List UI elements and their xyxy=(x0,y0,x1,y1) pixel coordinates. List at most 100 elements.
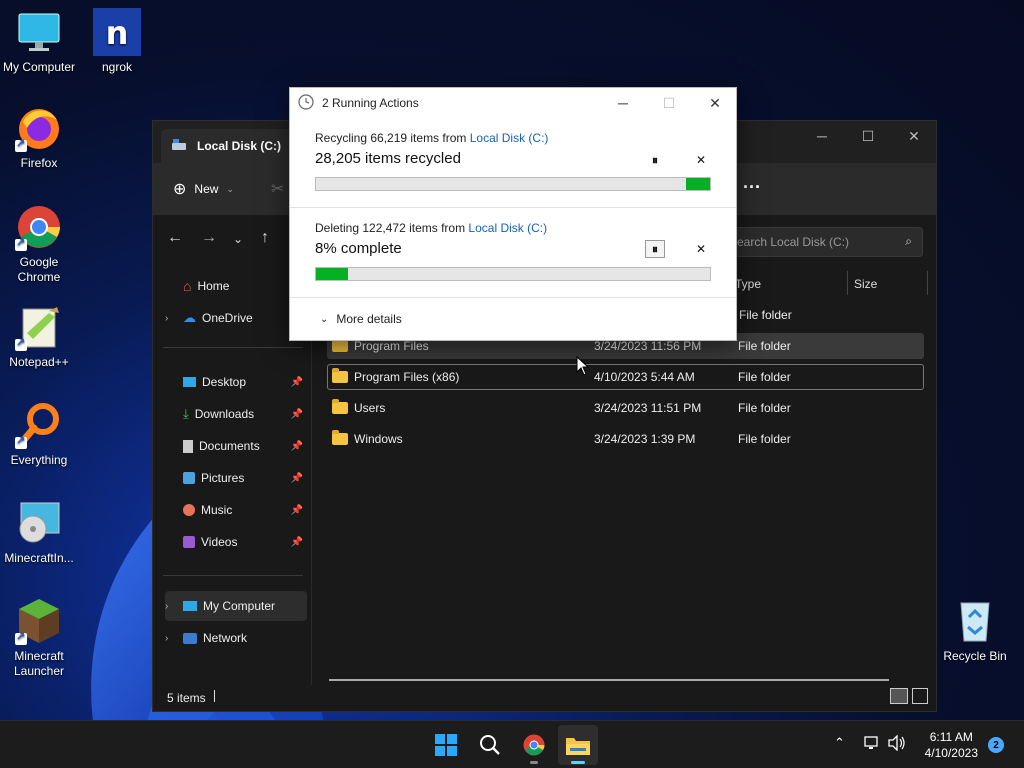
sidebar-item-network[interactable]: › Network xyxy=(165,623,307,653)
drive-icon xyxy=(171,138,187,155)
details-view-icon[interactable] xyxy=(890,688,908,704)
column-header-size[interactable]: Size xyxy=(854,269,926,299)
progress-fill xyxy=(316,268,348,280)
maximize-button[interactable]: ☐ xyxy=(646,88,692,118)
desktop-icon-ngrok[interactable]: n ngrok xyxy=(78,8,156,75)
network-icon[interactable] xyxy=(864,735,880,755)
file-date: 3/24/2023 1:39 PM xyxy=(594,432,696,446)
network-icon xyxy=(183,632,197,644)
source-link[interactable]: Local Disk (C:) xyxy=(470,131,549,145)
action-progress-text: 28,205 items recycled xyxy=(315,150,461,167)
action-delete: Deleting 122,472 items from Local Disk (… xyxy=(290,208,736,298)
taskbar-chrome[interactable] xyxy=(514,725,554,765)
minimize-button[interactable]: ─ xyxy=(799,121,845,151)
sidebar-item-home[interactable]: ⌂ Home xyxy=(165,271,307,301)
sidebar-item-downloads[interactable]: ⤓ Downloads 📌 xyxy=(165,399,307,429)
running-actions-dialog[interactable]: 2 Running Actions ─ ☐ ✕ Recycling 66,219… xyxy=(289,87,737,341)
pause-icon: ⏸ xyxy=(651,152,658,167)
close-button[interactable]: ✕ xyxy=(692,88,738,118)
chevron-right-icon[interactable]: › xyxy=(165,313,177,324)
shortcut-arrow-icon xyxy=(15,336,27,351)
table-row[interactable]: Windows 3/24/2023 1:39 PM File folder xyxy=(327,426,924,452)
forward-arrow-icon[interactable]: → xyxy=(201,229,217,247)
explorer-tab[interactable]: Local Disk (C:) xyxy=(161,129,306,163)
file-name: Windows xyxy=(354,432,403,446)
pin-icon[interactable]: 📌 xyxy=(291,409,303,420)
cancel-icon: ✕ xyxy=(695,242,707,256)
maximize-button[interactable]: ☐ xyxy=(845,121,891,151)
desktop-icon-label: Recycle Bin xyxy=(943,649,1007,663)
horizontal-scrollbar[interactable] xyxy=(329,679,889,681)
chevron-right-icon[interactable]: › xyxy=(165,633,177,644)
pin-icon[interactable]: 📌 xyxy=(291,505,303,516)
status-divider xyxy=(214,690,215,702)
video-icon xyxy=(183,536,195,548)
desktop-icon-chrome[interactable]: Google Chrome xyxy=(0,203,78,285)
new-button[interactable]: ⊕ New ⌄ xyxy=(173,179,234,199)
pause-button[interactable]: ⏸ xyxy=(645,240,665,258)
show-hidden-icons-chevron-icon[interactable]: ⌃ xyxy=(834,735,845,751)
cut-icon[interactable]: ✂ xyxy=(271,179,284,199)
action-description-text: Deleting 122,472 items from xyxy=(315,221,469,235)
sidebar-item-documents[interactable]: Documents 📌 xyxy=(165,431,307,461)
source-link[interactable]: Local Disk (C:) xyxy=(468,221,547,235)
download-icon: ⤓ xyxy=(183,406,189,421)
chevron-right-icon[interactable]: › xyxy=(165,601,177,612)
pause-button[interactable]: ⏸ xyxy=(645,151,665,169)
cancel-button[interactable]: ✕ xyxy=(691,151,711,169)
sidebar-item-videos[interactable]: Videos 📌 xyxy=(165,527,307,557)
desktop-icon-label: Firefox xyxy=(20,156,58,170)
pin-icon[interactable]: 📌 xyxy=(291,441,303,452)
column-header-type[interactable]: Type xyxy=(735,269,847,299)
desktop-icon-minecraft-installer[interactable]: MinecraftIn... xyxy=(0,499,78,566)
system-clock[interactable]: 6:11 AM 4/10/2023 xyxy=(925,729,978,761)
tiles-view-icon[interactable] xyxy=(912,688,928,704)
file-type: File folder xyxy=(738,339,791,353)
taskbar: ⌃ 6:11 AM 4/10/2023 2 xyxy=(0,720,1024,768)
desktop-icon-my-computer[interactable]: My Computer xyxy=(0,8,78,75)
clock-time: 6:11 AM xyxy=(929,730,973,744)
cancel-button[interactable]: ✕ xyxy=(691,240,711,258)
history-chevron-icon[interactable]: ⌄ xyxy=(233,232,243,246)
sidebar-item-pictures[interactable]: Pictures 📌 xyxy=(165,463,307,493)
table-row[interactable]: Program Files (x86) 4/10/2023 5:44 AM Fi… xyxy=(327,364,924,390)
search-input[interactable]: Search Local Disk (C:) ⌕ xyxy=(728,227,923,257)
column-header-label: Size xyxy=(854,277,878,291)
start-button[interactable] xyxy=(426,725,466,765)
desktop-icon-recycle-bin[interactable]: Recycle Bin xyxy=(936,597,1014,664)
desktop-icon-firefox[interactable]: Firefox xyxy=(0,104,78,171)
notification-badge[interactable]: 2 xyxy=(988,737,1004,753)
file-date: 3/24/2023 11:56 PM xyxy=(594,339,702,353)
volume-icon[interactable] xyxy=(888,734,906,755)
firefox-icon xyxy=(15,104,63,152)
pin-icon[interactable]: 📌 xyxy=(291,537,303,548)
more-details-button[interactable]: ⌄ More details xyxy=(320,312,402,326)
file-date: 4/10/2023 5:44 AM xyxy=(594,370,695,384)
up-arrow-icon[interactable]: ↑ xyxy=(261,229,269,247)
pin-icon[interactable]: 📌 xyxy=(291,473,303,484)
home-icon: ⌂ xyxy=(183,278,192,294)
taskbar-file-explorer[interactable] xyxy=(558,725,598,765)
search-button[interactable] xyxy=(470,725,510,765)
column-divider[interactable] xyxy=(847,271,848,295)
sidebar-item-my-computer[interactable]: › My Computer xyxy=(165,591,307,621)
more-options-icon[interactable]: ··· xyxy=(743,177,761,198)
shortcut-arrow-icon xyxy=(15,434,27,449)
table-row[interactable]: Users 3/24/2023 11:51 PM File folder xyxy=(327,395,924,421)
explorer-tab-title: Local Disk (C:) xyxy=(197,139,282,153)
desktop-icon-notepadpp[interactable]: Notepad++ xyxy=(0,303,78,370)
column-divider[interactable] xyxy=(927,271,928,295)
minimize-button[interactable]: ─ xyxy=(600,88,646,118)
sidebar-item-label: My Computer xyxy=(203,599,276,613)
sidebar-item-desktop[interactable]: Desktop 📌 xyxy=(165,367,307,397)
desktop-icon-minecraft-launcher[interactable]: Minecraft Launcher xyxy=(0,597,78,679)
sidebar-item-music[interactable]: Music 📌 xyxy=(165,495,307,525)
close-button[interactable]: ✕ xyxy=(891,121,937,151)
music-icon xyxy=(183,504,195,516)
desktop-icon-everything[interactable]: Everything xyxy=(0,401,78,468)
back-arrow-icon[interactable]: ← xyxy=(167,229,183,247)
shortcut-arrow-icon xyxy=(15,236,27,251)
sidebar-item-onedrive[interactable]: › ☁ OneDrive xyxy=(165,303,307,333)
pin-icon[interactable]: 📌 xyxy=(291,377,303,388)
mouse-cursor-icon xyxy=(576,356,588,376)
